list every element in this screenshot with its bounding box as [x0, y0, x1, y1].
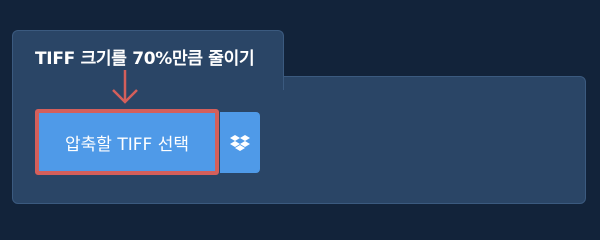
panel-title: TIFF 크기를 70%만큼 줄이기 — [35, 49, 255, 69]
dropbox-button[interactable] — [220, 112, 260, 173]
dropbox-icon — [230, 134, 250, 151]
select-tiff-button[interactable]: 압축할 TIFF 선택 — [35, 109, 219, 175]
down-arrow-icon — [112, 70, 138, 104]
select-tiff-label: 압축할 TIFF 선택 — [65, 134, 189, 155]
